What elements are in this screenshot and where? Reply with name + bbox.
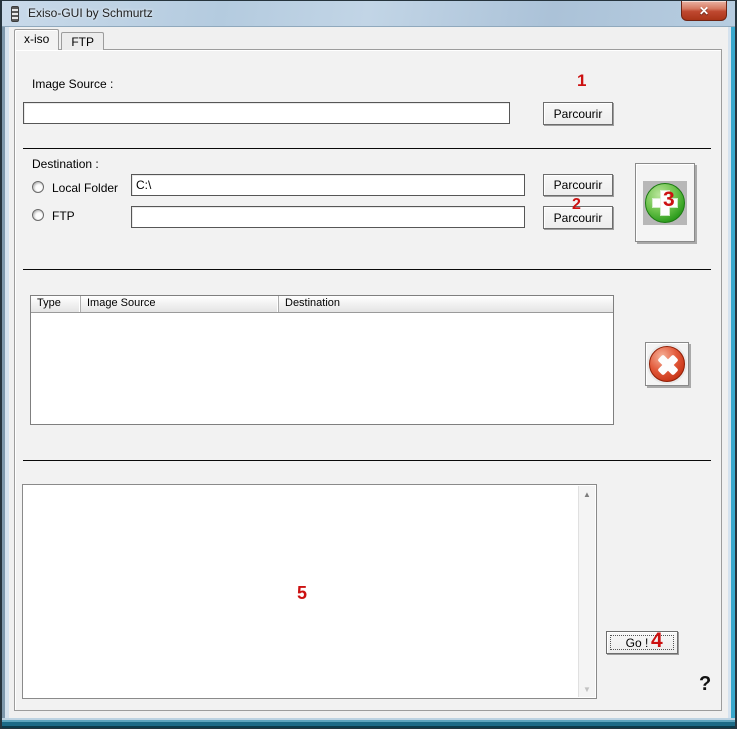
window-border-left bbox=[1, 1, 9, 728]
scroll-down-icon[interactable]: ▼ bbox=[579, 681, 595, 697]
scroll-up-icon[interactable]: ▲ bbox=[579, 486, 595, 502]
annotation-3: 3 bbox=[663, 188, 675, 212]
tab-strip: x-iso FTP bbox=[14, 29, 106, 50]
window-border-bottom bbox=[2, 718, 735, 728]
ftp-path-input[interactable] bbox=[131, 206, 525, 228]
queue-table-body[interactable] bbox=[31, 313, 613, 424]
queue-table[interactable]: Type Image Source Destination bbox=[30, 295, 614, 425]
ftp-radio[interactable] bbox=[32, 209, 44, 221]
delete-icon bbox=[649, 346, 685, 382]
ftp-radio-label[interactable]: FTP bbox=[52, 209, 75, 223]
local-folder-radio-label[interactable]: Local Folder bbox=[52, 181, 118, 195]
local-folder-path-input[interactable] bbox=[131, 174, 525, 196]
remove-from-queue-button[interactable] bbox=[645, 342, 689, 386]
app-window: Exiso-GUI by Schmurtz ✕ x-iso FTP Image … bbox=[0, 0, 737, 729]
help-question-mark[interactable]: ? bbox=[699, 673, 711, 696]
image-source-browse-button[interactable]: Parcourir bbox=[543, 102, 613, 125]
separator-1 bbox=[23, 148, 711, 149]
client-area: x-iso FTP Image Source : Parcourir 1 Des… bbox=[9, 27, 728, 718]
tab-x-iso[interactable]: x-iso bbox=[14, 29, 59, 50]
go-button[interactable]: Go ! bbox=[606, 631, 678, 654]
local-folder-browse-button[interactable]: Parcourir bbox=[543, 174, 613, 196]
separator-2 bbox=[23, 269, 711, 270]
annotation-2: 2 bbox=[572, 196, 581, 214]
annotation-1: 1 bbox=[577, 71, 586, 91]
column-header-destination[interactable]: Destination bbox=[279, 296, 613, 312]
window-title: Exiso-GUI by Schmurtz bbox=[28, 6, 153, 20]
image-source-input[interactable] bbox=[23, 102, 510, 124]
column-header-image-source[interactable]: Image Source bbox=[81, 296, 279, 312]
image-source-label: Image Source : bbox=[32, 77, 113, 91]
queue-table-header: Type Image Source Destination bbox=[31, 296, 613, 313]
annotation-5: 5 bbox=[297, 583, 307, 604]
column-header-type[interactable]: Type bbox=[31, 296, 81, 312]
log-scrollbar[interactable]: ▲ ▼ bbox=[578, 486, 595, 697]
title-bar[interactable]: Exiso-GUI by Schmurtz ✕ bbox=[2, 1, 735, 27]
window-border-right bbox=[728, 1, 736, 728]
close-icon: ✕ bbox=[699, 4, 709, 18]
separator-3 bbox=[23, 460, 711, 461]
tab-ftp[interactable]: FTP bbox=[61, 32, 104, 50]
destination-label: Destination : bbox=[32, 157, 99, 171]
log-output[interactable]: ▲ ▼ bbox=[22, 484, 597, 699]
local-folder-radio[interactable] bbox=[32, 181, 44, 193]
annotation-4: 4 bbox=[651, 629, 663, 653]
app-icon bbox=[11, 6, 19, 22]
close-button[interactable]: ✕ bbox=[681, 1, 727, 21]
x-iso-tab-page: Image Source : Parcourir 1 Destination :… bbox=[14, 49, 722, 711]
